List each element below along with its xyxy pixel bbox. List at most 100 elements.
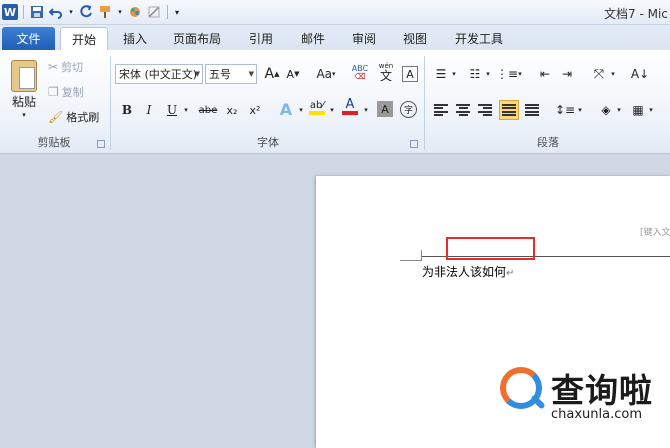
decrease-indent-icon: ⇤ [539, 67, 551, 81]
chevron-down-icon: ▼ [248, 70, 254, 78]
change-case-button[interactable]: Aa ▾ [313, 64, 339, 84]
font-group-label: 字体 [257, 136, 279, 149]
customize-toolbar-icon[interactable]: ▾ [173, 4, 181, 20]
increase-indent-button[interactable]: ⇥ [557, 64, 577, 84]
align-center-button[interactable] [453, 100, 473, 120]
multilevel-list-button[interactable]: ⋮≡ [496, 64, 518, 84]
draw-table-icon[interactable] [146, 4, 162, 20]
align-left-button[interactable] [431, 100, 451, 120]
tab-view[interactable]: 视图 [398, 27, 432, 50]
search-logo-icon [500, 367, 542, 409]
tab-home[interactable]: 开始 [60, 27, 108, 50]
cut-label: 剪切 [61, 61, 84, 74]
line-spacing-button[interactable]: ↕≡ [555, 100, 575, 120]
phonetic-guide-button[interactable]: wén 文 [376, 61, 396, 83]
toolbar-divider [167, 5, 168, 19]
text-highlight-button[interactable]: ab⁄ [307, 97, 327, 117]
font-color-icon: A [345, 97, 355, 112]
clipboard-group-label: 剪贴板 [37, 136, 71, 149]
paragraph-group-label: 段落 [537, 136, 559, 149]
format-painter-button[interactable]: 🖌 格式刷 [48, 109, 99, 125]
watermark-title: 查询啦 [551, 371, 653, 410]
clipboard-icon [11, 60, 37, 92]
tab-references[interactable]: 引用 [244, 27, 278, 50]
chinese-layout-icon: ⤧ [593, 66, 605, 82]
character-shading-button[interactable]: A [377, 101, 393, 117]
borders-icon: ▦ [632, 103, 644, 117]
tab-mailings[interactable]: 邮件 [296, 27, 330, 50]
margin-mark [400, 260, 422, 261]
undo-icon[interactable] [48, 4, 64, 20]
paste-label[interactable]: 粘贴 [8, 94, 40, 109]
clear-phonetic-button[interactable]: ABC ⌫ [350, 63, 370, 83]
text-effects-dropdown-icon[interactable]: ▾ [296, 100, 306, 120]
justify-button[interactable] [499, 100, 519, 120]
font-color-button[interactable]: A [340, 97, 360, 117]
borders-dropdown-icon[interactable]: ▾ [646, 100, 656, 120]
underline-dropdown-icon[interactable]: ▾ [181, 100, 191, 120]
numbering-button[interactable]: ☷ [465, 64, 485, 84]
cut-button[interactable]: ✂ 剪切 [48, 59, 83, 75]
superscript-button[interactable]: x² [245, 100, 265, 120]
italic-button[interactable]: I [139, 100, 159, 120]
copy-button[interactable]: ❐ 复制 [48, 84, 84, 100]
line-spacing-dropdown-icon[interactable]: ▾ [575, 100, 585, 120]
change-case-icon: Aa [316, 67, 333, 81]
shading-button[interactable]: ◈ [596, 100, 616, 120]
clipboard-launcher-icon[interactable] [97, 140, 105, 148]
text-effects-button[interactable]: A [276, 99, 296, 119]
dropdown-arrow-icon[interactable]: ▾ [116, 4, 124, 20]
font-color-dropdown-icon[interactable]: ▾ [361, 100, 371, 120]
tab-page-layout[interactable]: 页面布局 [168, 27, 226, 50]
align-right-button[interactable] [475, 100, 495, 120]
bullets-dropdown-icon[interactable]: ▾ [449, 64, 459, 84]
bullets-button[interactable]: ☰ [431, 64, 451, 84]
phonetic-guide-char: 文 [379, 69, 392, 83]
tab-review[interactable]: 审阅 [347, 27, 381, 50]
group-divider [424, 56, 425, 150]
tab-developer[interactable]: 开发工具 [450, 27, 508, 50]
numbering-icon: ☷ [469, 67, 481, 81]
paragraph-mark-icon: ↵ [506, 268, 515, 279]
multilevel-dropdown-icon[interactable]: ▾ [515, 64, 525, 84]
shading-dropdown-icon[interactable]: ▾ [614, 100, 624, 120]
chinese-layout-button[interactable]: ⤧ [589, 64, 609, 84]
word-logo-icon[interactable]: W [2, 4, 18, 20]
shrink-font-button[interactable]: A ▼ [283, 64, 303, 84]
subscript-button[interactable]: x₂ [222, 100, 242, 120]
enclose-characters-button[interactable]: 字 [400, 101, 417, 118]
underline-button[interactable]: U [162, 100, 182, 120]
ribbon-tabs: 文件 开始 插入 页面布局 引用 邮件 审阅 视图 开发工具 [0, 25, 670, 50]
font-size-value: 五号 [209, 68, 231, 81]
paste-button[interactable] [6, 56, 42, 96]
dropdown-arrow-icon[interactable]: ▾ [67, 4, 75, 20]
document-text: 为非法人该如何 [422, 265, 507, 279]
paste-dropdown-icon[interactable]: ▾ [18, 110, 30, 120]
bold-button[interactable]: B [117, 100, 137, 120]
font-name-select[interactable]: 宋体 (中文正文) ▼ [115, 64, 203, 84]
justify-icon [502, 104, 516, 116]
character-border-button[interactable]: A [402, 66, 418, 82]
header-placeholder[interactable]: [键入文 [640, 225, 670, 238]
save-icon[interactable] [29, 4, 45, 20]
decrease-indent-button[interactable]: ⇤ [535, 64, 555, 84]
highlight-dropdown-icon[interactable]: ▾ [327, 100, 337, 120]
grow-font-button[interactable]: A ▲ [262, 64, 282, 84]
tab-file[interactable]: 文件 [2, 27, 55, 50]
color-wheel-icon[interactable] [127, 4, 143, 20]
title-bar: W ▾ ▾ ▾ 文档7 - Mic [0, 0, 670, 25]
document-paragraph[interactable]: 为非法人该如何↵ [422, 263, 514, 280]
chinese-layout-dropdown-icon[interactable]: ▾ [608, 64, 618, 84]
font-size-select[interactable]: 五号 ▼ [205, 64, 257, 84]
numbering-dropdown-icon[interactable]: ▾ [483, 64, 493, 84]
format-brush-icon[interactable] [97, 4, 113, 20]
redo-icon[interactable] [78, 4, 94, 20]
distributed-button[interactable] [522, 100, 542, 120]
tab-insert[interactable]: 插入 [118, 27, 152, 50]
strikethrough-button[interactable]: abe [196, 100, 220, 120]
font-launcher-icon[interactable] [410, 140, 418, 148]
quick-access-toolbar: W ▾ ▾ ▾ [2, 3, 181, 21]
grow-font-icon: A [264, 66, 275, 82]
borders-button[interactable]: ▦ [628, 100, 648, 120]
sort-button[interactable]: A↓ [630, 64, 650, 84]
